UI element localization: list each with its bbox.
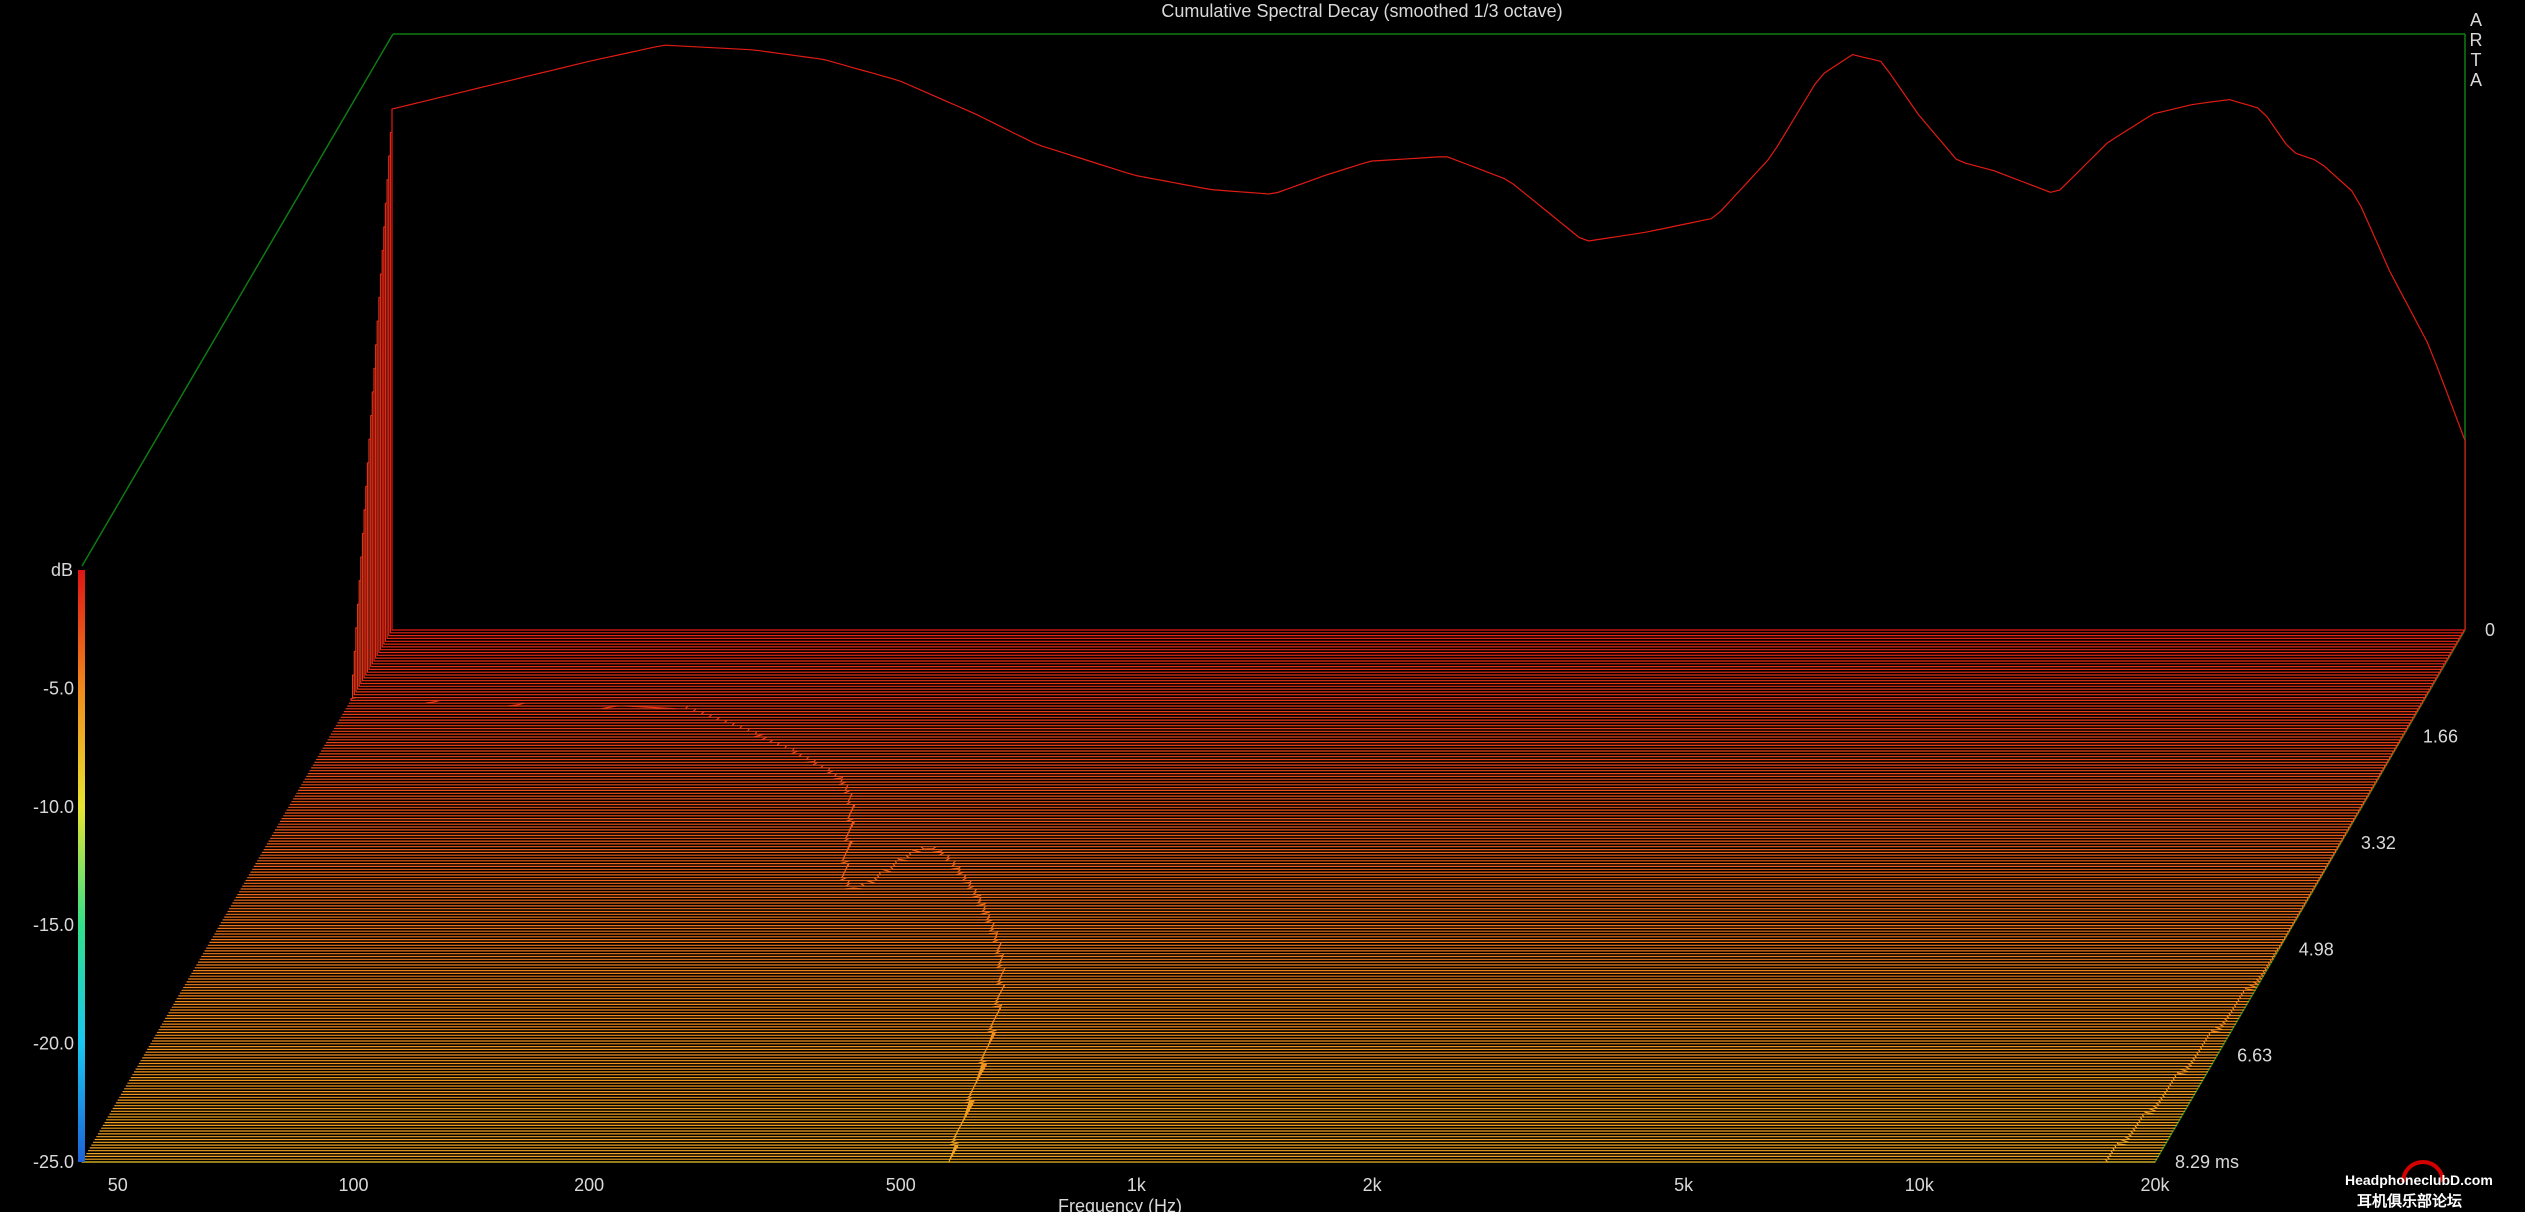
x-tick-label: 1k	[1127, 1175, 1147, 1195]
x-axis-label: Frequency (Hz)	[1058, 1196, 1182, 1212]
chart-title: Cumulative Spectral Decay (smoothed 1/3 …	[1161, 1, 1562, 21]
x-ticks: 50 100 200 500 1k 2k 5k 10k 20k	[108, 1175, 2171, 1195]
decay-slice	[391, 44, 2466, 631]
y-tick-label: -5.0	[43, 678, 74, 698]
color-bar	[78, 570, 85, 1162]
frame-depth-line	[81, 33, 394, 567]
x-tick-label: 5k	[1674, 1175, 1694, 1195]
x-tick-label: 200	[574, 1175, 604, 1195]
x-tick-label: 20k	[2140, 1175, 2170, 1195]
time-tick-label: 3.32	[2361, 833, 2396, 853]
time-tick-label: 0	[2485, 620, 2495, 640]
x-tick-label: 2k	[1363, 1175, 1383, 1195]
y-tick-label: -10.0	[33, 797, 74, 817]
watermark-subtitle: 耳机俱乐部论坛	[2357, 1193, 2463, 1210]
x-tick-label: 50	[108, 1175, 128, 1195]
x-tick-label: 100	[338, 1175, 368, 1195]
time-tick-label: 6.63	[2237, 1045, 2272, 1065]
x-tick-label: 10k	[1905, 1175, 1935, 1195]
csd-chart: Cumulative Spectral Decay (smoothed 1/3 …	[33, 1, 2495, 1212]
time-tick-label: 8.29 ms	[2175, 1152, 2239, 1172]
y-tick-label: -15.0	[33, 915, 74, 935]
waterfall-slices	[81, 44, 2466, 1163]
time-tick-label: 4.98	[2299, 940, 2334, 960]
software-label: ARTA	[2466, 10, 2486, 90]
watermark-logo: HeadphoneclubD.com 耳机俱乐部论坛	[2337, 1160, 2507, 1210]
watermark-brand: HeadphoneclubD.com	[2345, 1172, 2493, 1188]
x-tick-label: 500	[886, 1175, 916, 1195]
y-tick-label: -20.0	[33, 1034, 74, 1054]
time-tick-label: 1.66	[2423, 727, 2458, 747]
y-tick-label: -25.0	[33, 1152, 74, 1172]
y-ticks: -5.0 -10.0 -15.0 -20.0 -25.0	[33, 678, 74, 1172]
y-axis-label: dB	[51, 560, 73, 580]
